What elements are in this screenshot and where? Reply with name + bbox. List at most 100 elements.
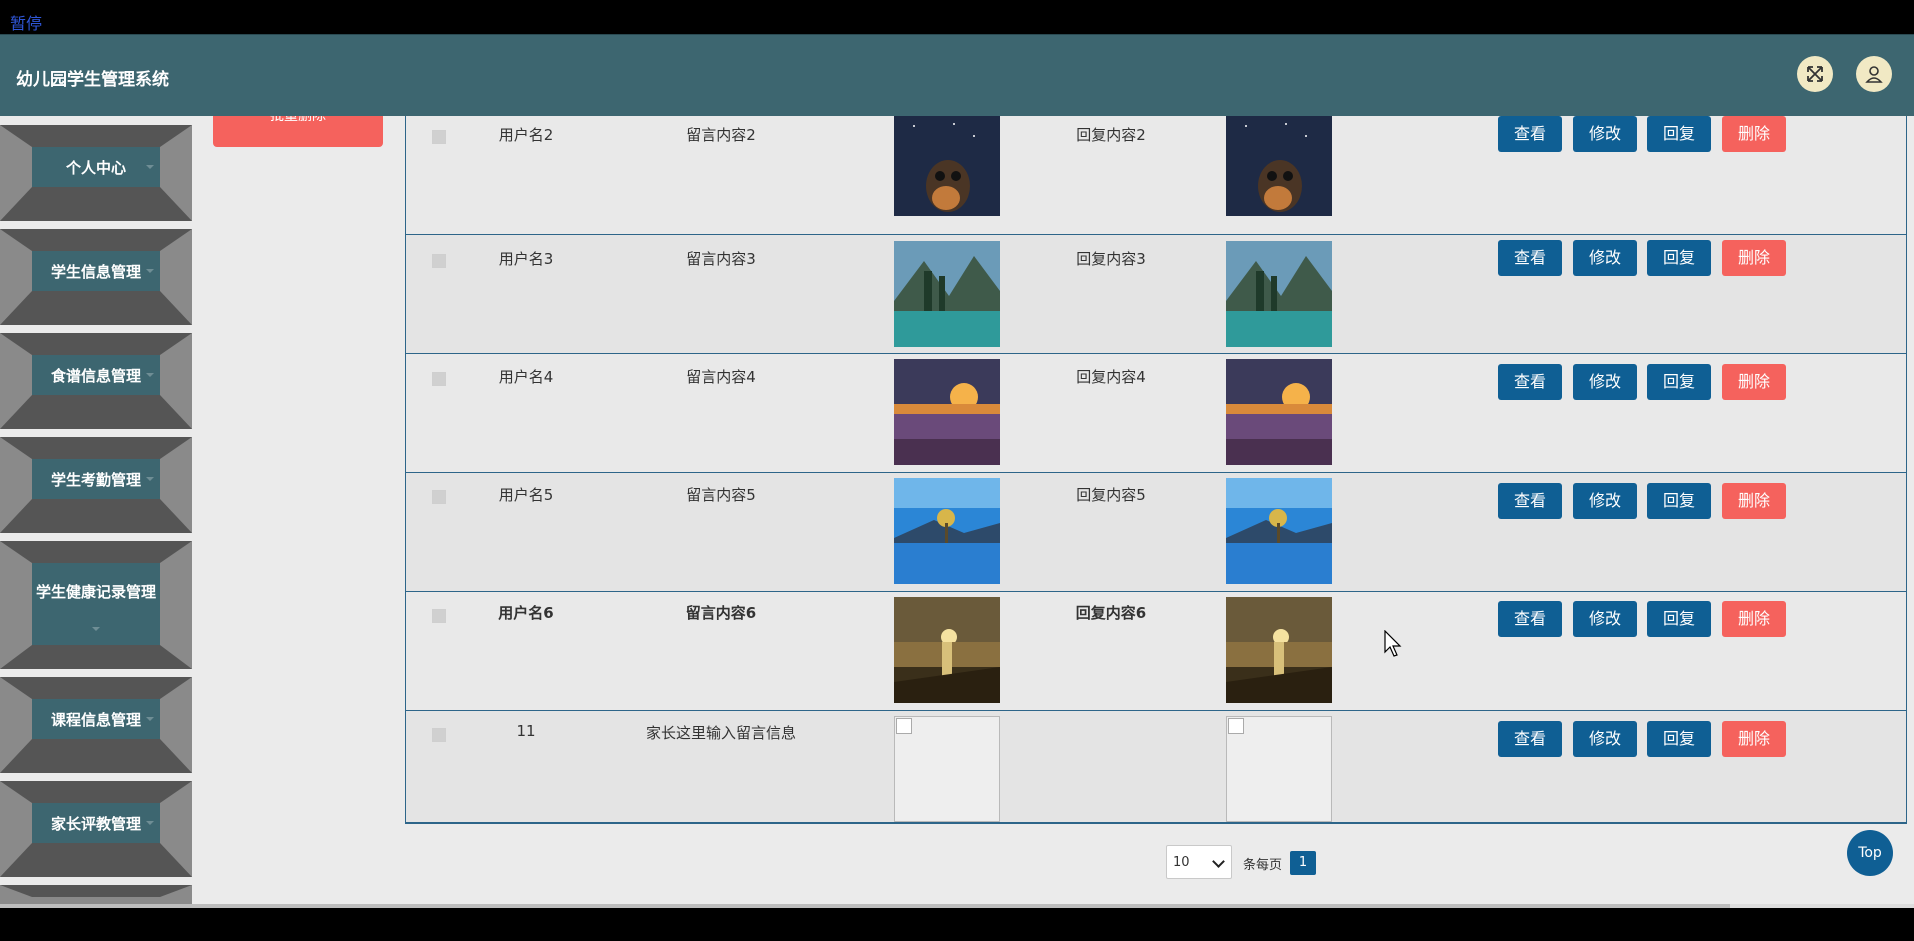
cell-reply: 回复内容2 (1076, 126, 1146, 144)
cell-message: 留言内容2 (686, 126, 756, 144)
sidebar-item-student-info[interactable]: 学生信息管理 (0, 229, 192, 325)
edit-button[interactable]: 修改 (1573, 483, 1637, 519)
sidebar-item-personal-center[interactable]: 个人中心 (0, 125, 192, 221)
back-to-top-button[interactable]: Top (1847, 830, 1893, 876)
view-button[interactable]: 查看 (1498, 483, 1562, 519)
cell-username: 11 (516, 722, 536, 740)
edit-button[interactable]: 修改 (1573, 364, 1637, 400)
reply-image (1226, 478, 1332, 584)
sidebar-item-recipe-info[interactable]: 食谱信息管理 (0, 333, 192, 429)
row-checkbox[interactable] (432, 254, 446, 268)
row-checkbox[interactable] (432, 490, 446, 504)
sidebar-item-label: 学生考勤管理 (32, 459, 160, 499)
message-image (894, 597, 1000, 703)
table-row: 用户名4 留言内容4 回复内容4 查看 修改 回复 删除 (406, 354, 1906, 473)
message-image (894, 359, 1000, 465)
sidebar-item-attendance[interactable]: 学生考勤管理 (0, 437, 192, 533)
page-size-select[interactable]: 10 (1166, 845, 1232, 879)
pause-label[interactable]: 暂停 (10, 10, 42, 34)
per-page-label: 条每页 (1243, 858, 1283, 873)
view-button[interactable]: 查看 (1498, 116, 1562, 152)
delete-button[interactable]: 删除 (1722, 364, 1786, 400)
sidebar-item-text: 课程信息管理 (50, 710, 141, 729)
message-image (894, 478, 1000, 584)
chevron-down-icon (146, 269, 154, 273)
view-button[interactable]: 查看 (1498, 240, 1562, 276)
edit-button[interactable]: 修改 (1573, 116, 1637, 152)
reply-button[interactable]: 回复 (1647, 601, 1711, 637)
delete-button[interactable]: 删除 (1722, 240, 1786, 276)
chevron-down-icon (146, 165, 154, 169)
content-frame: 个人中心 学生信息管理 食谱信息管理 学生考勤管理 学生健康记录管理 课程信息管… (0, 116, 1914, 904)
reply-button[interactable]: 回复 (1647, 116, 1711, 152)
sidebar: 个人中心 学生信息管理 食谱信息管理 学生考勤管理 学生健康记录管理 课程信息管… (0, 116, 192, 904)
broken-image-icon (894, 716, 1000, 822)
chevron-down-icon (146, 821, 154, 825)
page-number-button[interactable]: 1 (1290, 851, 1316, 875)
chevron-down-icon (146, 373, 154, 377)
reply-image (1226, 241, 1332, 347)
cell-reply: 回复内容4 (1076, 368, 1146, 386)
reply-button[interactable]: 回复 (1647, 364, 1711, 400)
row-checkbox[interactable] (432, 728, 446, 742)
cell-username: 用户名2 (498, 126, 554, 144)
cell-reply: 回复内容5 (1076, 486, 1146, 504)
batch-delete-label: 批量删除 (270, 116, 326, 124)
mouse-cursor-icon (1384, 630, 1402, 657)
cell-reply: 回复内容3 (1076, 250, 1146, 268)
delete-button[interactable]: 删除 (1722, 483, 1786, 519)
app-header: 幼儿园学生管理系统 (0, 34, 1914, 117)
recording-overlay-bar: 暂停 (0, 0, 1914, 34)
edit-button[interactable]: 修改 (1573, 240, 1637, 276)
reply-image (1226, 359, 1332, 465)
sidebar-item-partial[interactable] (0, 885, 192, 904)
message-image (894, 241, 1000, 347)
delete-button[interactable]: 删除 (1722, 116, 1786, 152)
bottom-overlay-bar (0, 908, 1914, 941)
reply-button[interactable]: 回复 (1647, 483, 1711, 519)
sidebar-item-text: 食谱信息管理 (50, 366, 141, 385)
chevron-down-icon (92, 627, 100, 631)
reply-button[interactable]: 回复 (1647, 721, 1711, 757)
chevron-down-icon (146, 717, 154, 721)
sidebar-item-bg (0, 885, 192, 904)
reply-button[interactable]: 回复 (1647, 240, 1711, 276)
pagination: 10 条每页 1 (1166, 845, 1366, 881)
reply-image (1226, 597, 1332, 703)
sidebar-item-parent-evaluation[interactable]: 家长评教管理 (0, 781, 192, 877)
cell-message: 留言内容3 (686, 250, 756, 268)
sidebar-item-label: 学生健康记录管理 (32, 563, 160, 645)
table-row: 11 家长这里输入留言信息 查看 修改 回复 删除 (406, 711, 1906, 823)
row-checkbox[interactable] (432, 130, 446, 144)
cell-message: 留言内容6 (685, 604, 757, 622)
table-row: 用户名2 留言内容2 回复内容2 查看 修改 回复 删除 (406, 116, 1906, 235)
edit-button[interactable]: 修改 (1573, 601, 1637, 637)
chevron-down-icon (146, 477, 154, 481)
page-size-value: 10 (1173, 855, 1190, 870)
chevron-down-icon (1212, 855, 1225, 868)
cell-username: 用户名6 (498, 604, 554, 622)
view-button[interactable]: 查看 (1498, 364, 1562, 400)
sidebar-item-label: 家长评教管理 (32, 803, 160, 843)
cell-username: 用户名4 (498, 368, 554, 386)
table-row: 用户名6 留言内容6 回复内容6 查看 修改 回复 删除 (406, 592, 1906, 711)
view-button[interactable]: 查看 (1498, 601, 1562, 637)
edit-button[interactable]: 修改 (1573, 721, 1637, 757)
sidebar-item-text: 学生健康记录管理 (35, 583, 156, 601)
message-table: 用户名2 留言内容2 回复内容2 查看 修改 回复 删除 用户名3 留言内容3 (405, 116, 1907, 824)
fullscreen-button[interactable] (1797, 56, 1833, 92)
batch-delete-button[interactable]: 批量删除 (213, 116, 383, 147)
sidebar-item-label: 个人中心 (32, 147, 160, 187)
row-checkbox[interactable] (432, 372, 446, 386)
cell-username: 用户名5 (498, 486, 554, 504)
table-row: 用户名5 留言内容5 回复内容5 查看 修改 回复 删除 (406, 473, 1906, 592)
delete-button[interactable]: 删除 (1722, 601, 1786, 637)
row-checkbox[interactable] (432, 609, 446, 623)
sidebar-item-course-info[interactable]: 课程信息管理 (0, 677, 192, 773)
user-button[interactable] (1856, 56, 1892, 92)
sidebar-item-health-records[interactable]: 学生健康记录管理 (0, 541, 192, 669)
delete-button[interactable]: 删除 (1722, 721, 1786, 757)
view-button[interactable]: 查看 (1498, 721, 1562, 757)
cell-reply: 回复内容6 (1075, 604, 1147, 622)
app-title: 幼儿园学生管理系统 (16, 70, 169, 90)
